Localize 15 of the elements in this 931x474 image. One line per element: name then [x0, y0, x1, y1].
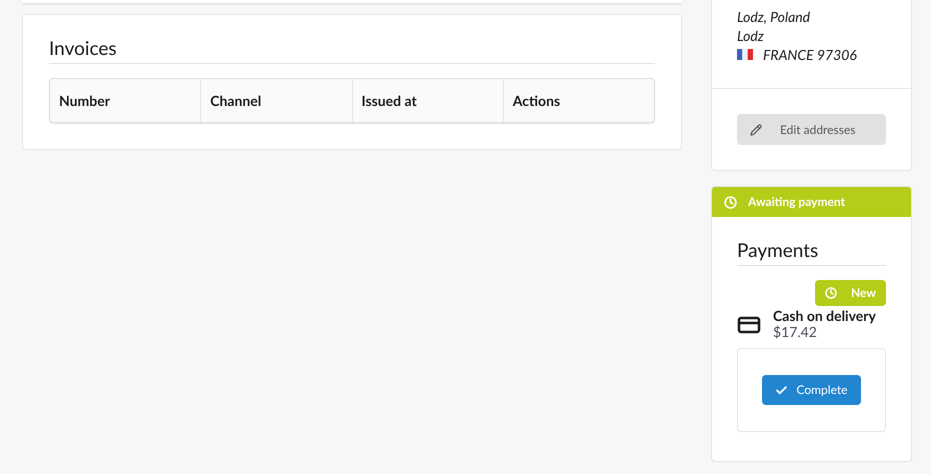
address-line: Lodz, Poland — [737, 7, 812, 26]
payment-method: Cash on delivery — [773, 308, 876, 324]
payment-amount: $17.42 — [773, 324, 818, 340]
column-header: Channel — [200, 79, 352, 122]
state-banner: Awaiting payment — [712, 187, 911, 217]
address-country: FRANCE 97306 — [763, 45, 857, 64]
state-label: New — [814, 280, 886, 306]
column-header: Issued at — [352, 79, 503, 122]
column-header: Number — [58, 91, 111, 111]
complete-button[interactable]: Complete — [762, 375, 861, 405]
section-title: Invoices — [49, 37, 655, 64]
edit-addresses-button[interactable]: Edit addresses — [737, 114, 886, 145]
address-line: Lodz — [737, 26, 765, 45]
section-title: Payments — [737, 239, 886, 266]
column-header: Actions — [502, 79, 654, 122]
